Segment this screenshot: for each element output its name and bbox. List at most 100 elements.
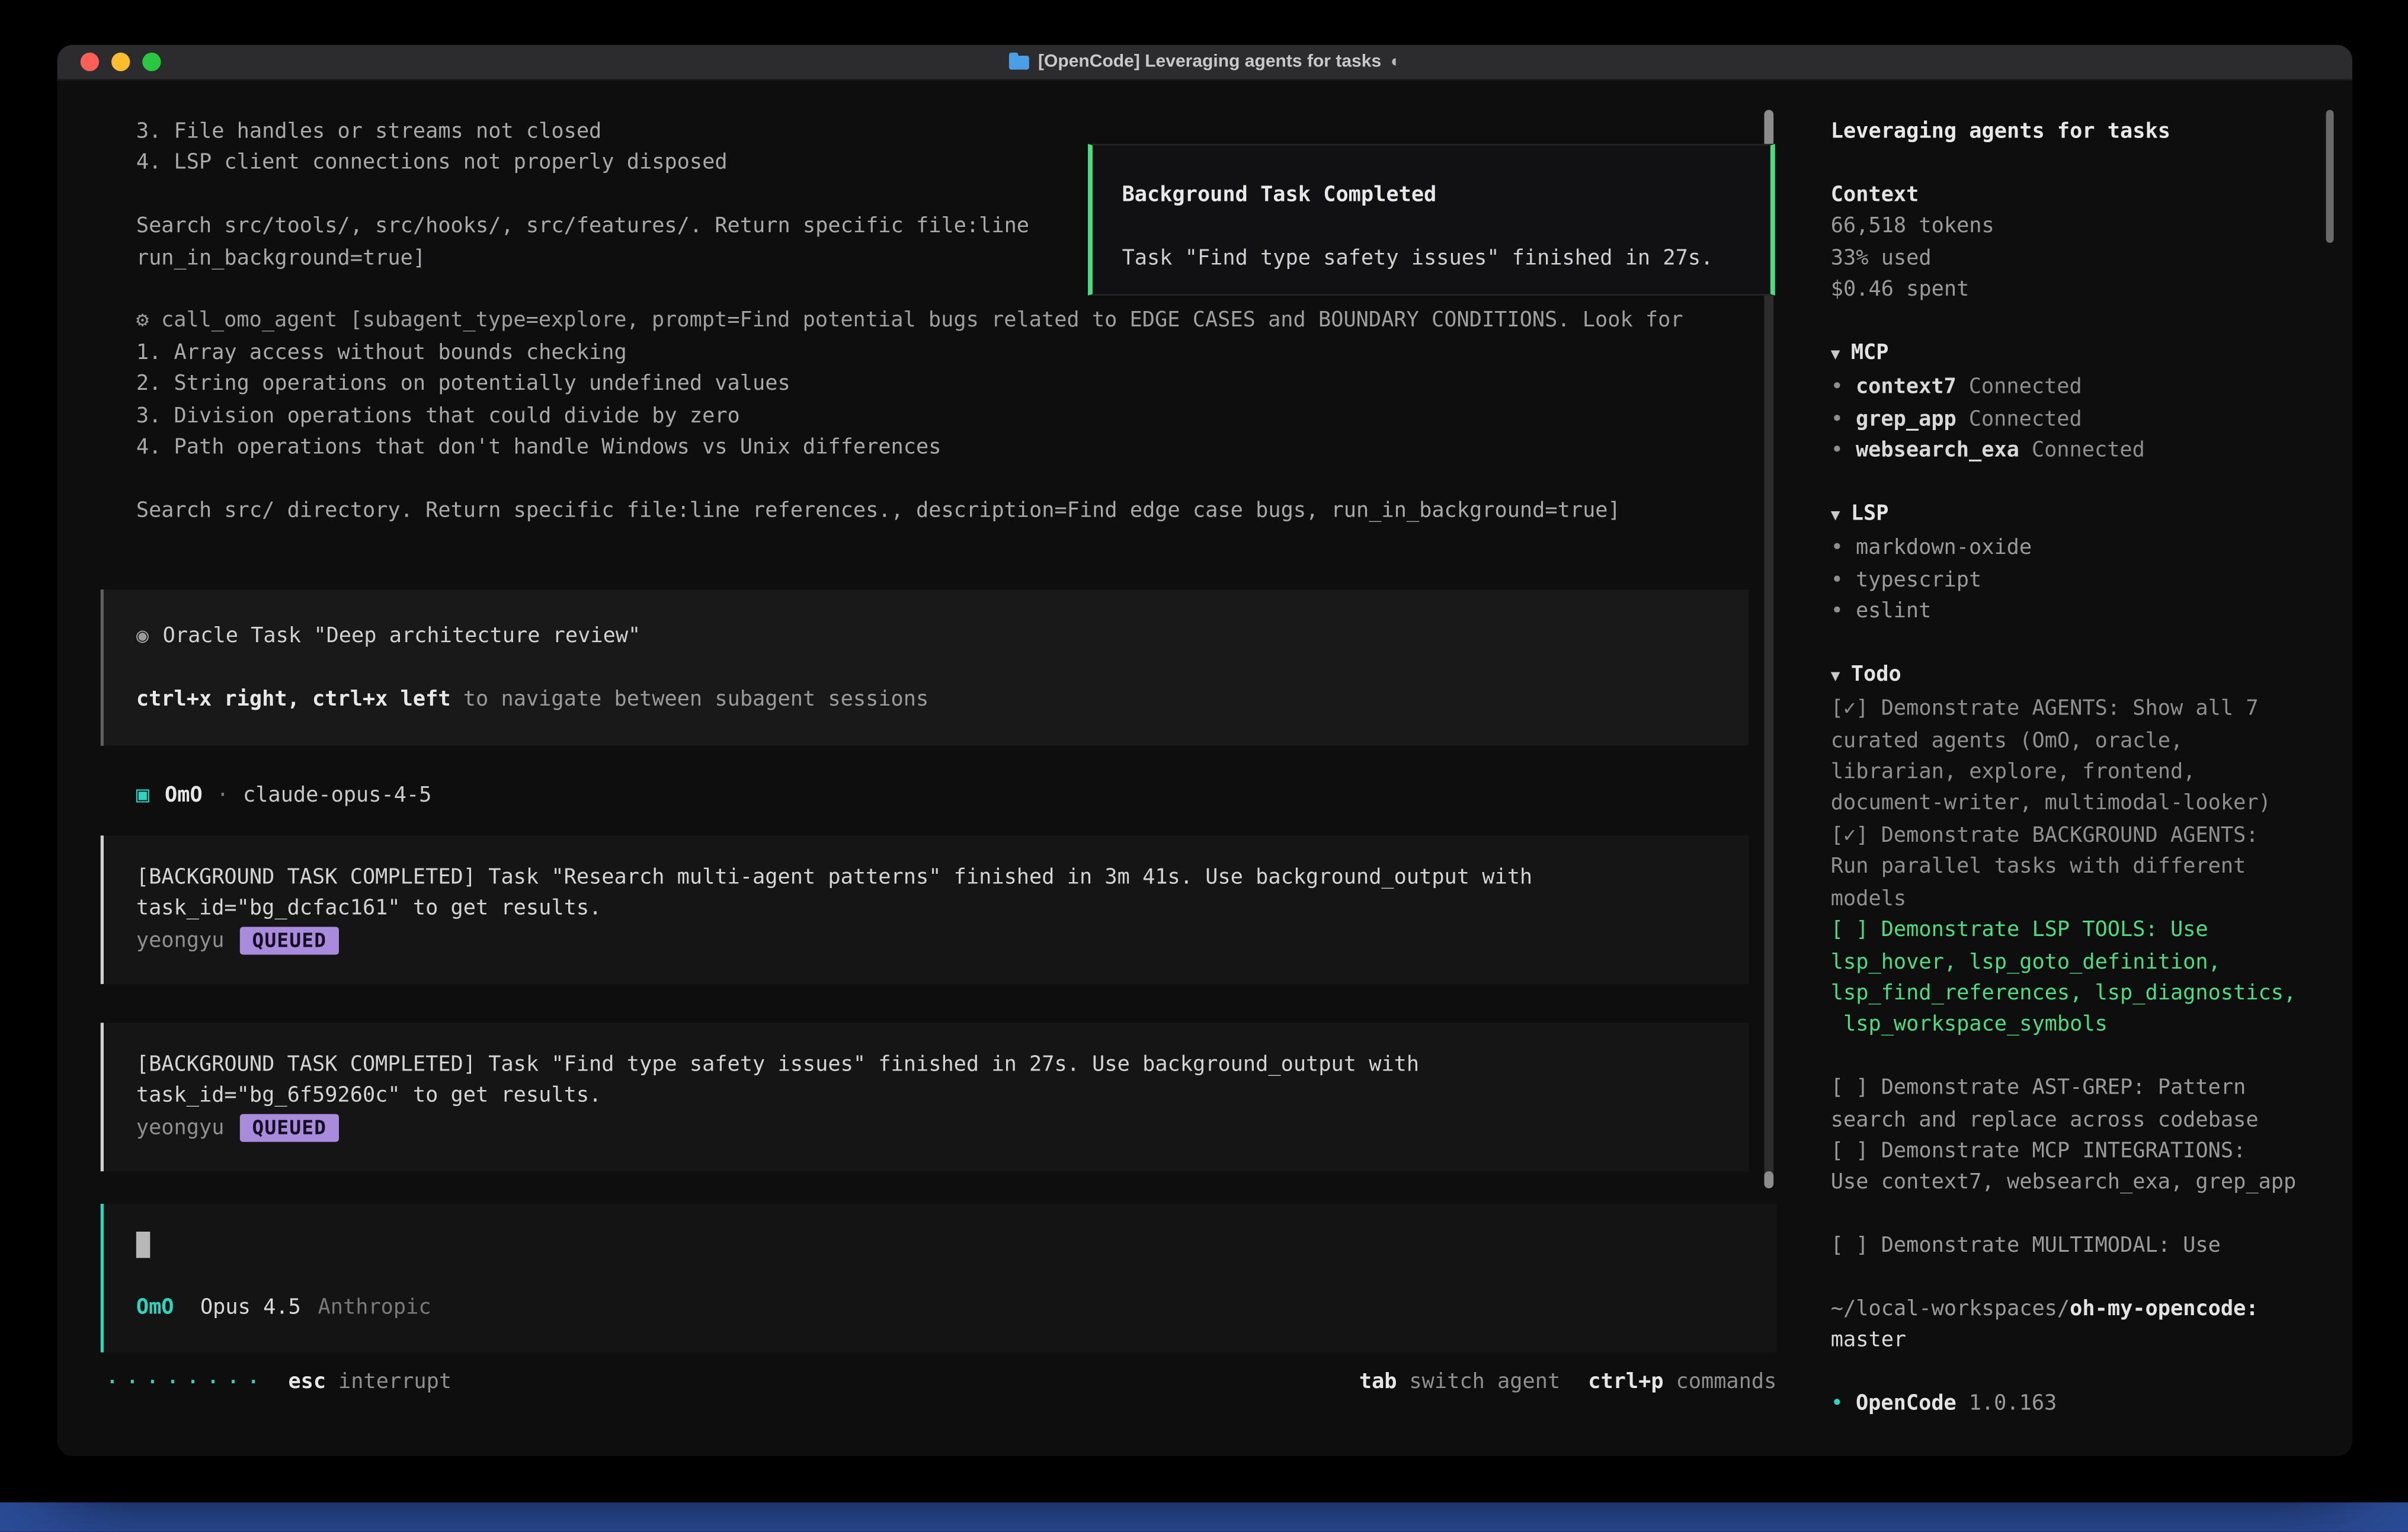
todo-item: [ ] Demonstrate MULTIMODAL: Use [1831, 1230, 2321, 1262]
app-name: OpenCode [1856, 1391, 1956, 1416]
input-model-line: OmOOpus 4.5Anthropic [136, 1292, 1777, 1323]
message-text: [BACKGROUND TASK COMPLETED] Task "Resear… [136, 861, 1749, 893]
blank-line [1831, 148, 2321, 179]
context-spent: $0.46 spent [1831, 274, 2321, 305]
lsp-item: • typescript [1831, 564, 2321, 595]
blank-line [1831, 1357, 2321, 1388]
blank-line [136, 652, 1749, 684]
status-left: ········ esc interrupt [105, 1367, 452, 1395]
bullet-icon: • [1831, 1391, 1843, 1416]
oracle-task-panel: ◉Oracle Task "Deep architecture review" … [101, 590, 1749, 746]
todo-section-header[interactable]: ▼Todo [1831, 659, 2321, 694]
bullet-icon: • [1831, 568, 1843, 592]
mcp-item: •context7Connected [1831, 371, 2321, 403]
lsp-item: •eslint [1831, 596, 2321, 627]
prompt-input[interactable]: OmOOpus 4.5Anthropic [101, 1204, 1777, 1353]
todo-item-active: [ ] Demonstrate LSP TOOLS: Use lsp_hover… [1831, 915, 2321, 1041]
ctrlp-key-pair: ctrl+p commands [1588, 1369, 1776, 1394]
sidebar-scrollbar-thumb[interactable] [2326, 110, 2334, 243]
esc-key-hint: esc [288, 1369, 326, 1394]
lsp-name: typescript [1856, 568, 1981, 592]
ctrlp-key-hint: ctrl+p [1588, 1369, 1663, 1394]
oracle-title-line: ◉Oracle Task "Deep architecture review" [136, 621, 1749, 652]
mcp-section-header[interactable]: ▼MCP [1831, 337, 2321, 372]
app-content: 3. File handles or streams not closed 4.… [57, 81, 2352, 1456]
tab-key-label: switch agent [1409, 1369, 1560, 1394]
zoom-button[interactable] [142, 53, 161, 71]
status-bar: ········ esc interrupt tab switch agent c… [105, 1366, 1777, 1397]
esc-key-label: interrupt [338, 1369, 451, 1394]
desktop: [OpenCode] Leveraging agents for tasks ◐… [0, 0, 2408, 1532]
hint-text: to navigate between subagent sessions [451, 687, 929, 712]
spinner-dots: ········ [105, 1367, 267, 1395]
lsp-section-header[interactable]: ▼ LSP [1831, 498, 2321, 533]
agent-name: OmO [165, 781, 203, 812]
todo-item: [✓] Demonstrate AGENTS: Show all 7 curat… [1831, 694, 2321, 820]
window-title-text: [OpenCode] Leveraging agents for tasks [1038, 53, 1381, 71]
terminal-window: [OpenCode] Leveraging agents for tasks ◐… [57, 45, 2352, 1456]
oracle-title: Oracle Task "Deep architecture review" [163, 624, 641, 649]
triangle-down-icon: ▼ [1831, 347, 1840, 364]
todo-line: curated agents (OmO, oracle, [1831, 725, 2321, 757]
session-title: Leveraging agents for tasks [1831, 116, 2321, 148]
ctrlp-key-label: commands [1676, 1369, 1777, 1394]
minimize-button[interactable] [111, 53, 130, 71]
terminal-line: 4. Path operations that don't handle Win… [136, 432, 1788, 463]
tab-key-hint: tab [1359, 1369, 1397, 1394]
workspace-path: ~/local-workspaces/ [1831, 1297, 2070, 1322]
status-badge: QUEUED [240, 927, 340, 954]
status-right: tab switch agent ctrl+p commands [1331, 1369, 1777, 1394]
toast-body: Task "Find type safety issues" finished … [1122, 243, 1749, 274]
bullet-icon: • [1831, 406, 1843, 431]
terminal-line: 1. Array access without bounds checking [136, 337, 1788, 368]
mcp-name: grep_app [1856, 406, 1956, 431]
workspace-branch: master [1831, 1325, 2321, 1357]
bullet-icon: • [1831, 599, 1843, 624]
message-author: yeongyu [136, 1116, 225, 1140]
scrollbar-thumb[interactable] [1764, 110, 1773, 147]
todo-line: [ ] Demonstrate AST-GREP: Pattern [1831, 1072, 2321, 1104]
oracle-hint-line: ctrl+x right, ctrl+x left to navigate be… [136, 684, 1749, 716]
mcp-status: Connected [1969, 375, 2082, 400]
message-author: yeongyu [136, 928, 225, 953]
todo-line: lsp_find_references, lsp_diagnostics, [1831, 977, 2321, 1009]
sidebar: Leveraging agents for tasks Context 66,5… [1788, 81, 2352, 1456]
version-footer: •OpenCode1.0.163 [1831, 1388, 2321, 1419]
hint-keys: ctrl+x right, ctrl+x left [136, 687, 451, 712]
agent-separator: · [216, 781, 229, 812]
todo-item: [✓] Demonstrate BACKGROUND AGENTS: Run p… [1831, 820, 2321, 915]
todo-line: search and replace across codebase [1831, 1104, 2321, 1136]
main-pane: 3. File handles or streams not closed 4.… [57, 81, 1788, 1456]
gear-icon: ⚙ [136, 309, 149, 334]
message-meta: yeongyu QUEUED [136, 925, 1749, 956]
mcp-item: •websearch_exaConnected [1831, 435, 2321, 466]
lsp-heading: LSP [1851, 501, 1889, 526]
window-title: [OpenCode] Leveraging agents for tasks ◐ [1008, 53, 1401, 71]
todo-line: lsp_workspace_symbols [1831, 1009, 2321, 1041]
close-button[interactable] [81, 53, 99, 71]
traffic-lights [81, 53, 161, 71]
workspace-repo: oh-my-opencode: [2070, 1297, 2258, 1322]
terminal-line: Search src/ directory. Return specific f… [136, 495, 1788, 526]
agent-square-icon: ▣ [136, 781, 149, 812]
todo-line: [✓] Demonstrate BACKGROUND AGENTS: [1831, 820, 2321, 851]
terminal-line: 3. Division operations that could divide… [136, 400, 1788, 431]
todo-line: lsp_hover, lsp_goto_definition, [1831, 946, 2321, 977]
message-box: [BACKGROUND TASK COMPLETED] Task "Resear… [101, 835, 1749, 984]
half-moon-icon: ◐ [1391, 53, 1401, 71]
status-badge: QUEUED [240, 1114, 340, 1142]
toast-notification[interactable]: Background Task Completed Task "Find typ… [1088, 144, 1775, 296]
message-box: [BACKGROUND TASK COMPLETED] Task "Find t… [101, 1023, 1749, 1172]
todo-line: Run parallel tasks with different [1831, 851, 2321, 883]
toast-title: Background Task Completed [1122, 180, 1749, 211]
todo-line: [ ] Demonstrate MCP INTEGRATIONS: [1831, 1136, 2321, 1167]
tool-call-header: ⚙call_omo_agent [subagent_type=explore, … [136, 306, 1788, 337]
todo-line: librarian, explore, frontend, [1831, 757, 2321, 788]
mcp-name: websearch_exa [1856, 438, 2019, 463]
triangle-down-icon: ▼ [1831, 507, 1840, 524]
blank-line [1831, 1262, 2321, 1293]
todo-line: document-writer, multimodal-looker) [1831, 789, 2321, 820]
terminal-line: 3. File handles or streams not closed [136, 116, 1788, 148]
blank-line [136, 1261, 1777, 1292]
scrollbar-thumb[interactable] [1764, 1171, 1773, 1188]
